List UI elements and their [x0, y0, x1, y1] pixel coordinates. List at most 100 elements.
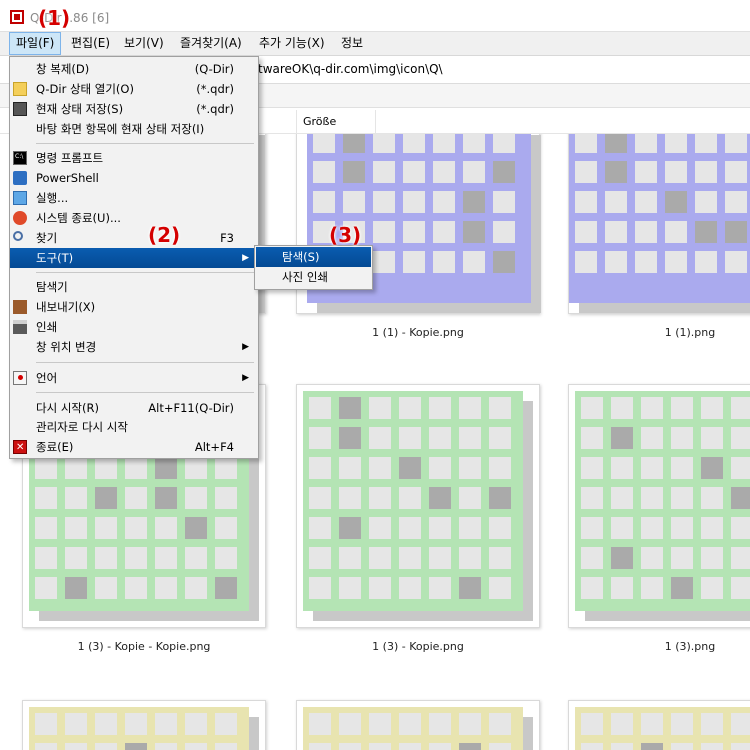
printer-icon — [13, 320, 27, 334]
menu-item-tools[interactable]: 도구(T) ▶ — [10, 248, 258, 268]
menu-item-open-state[interactable]: Q-Dir 상태 열기(O) (*.qdr) — [10, 79, 258, 99]
image-pixel-cell — [611, 457, 633, 479]
image-pixel-cell — [489, 713, 511, 735]
image-pixel-cell — [35, 713, 57, 735]
menu-item-save-desktop-state[interactable]: 바탕 화면 항목에 현재 상태 저장(I) — [10, 119, 258, 139]
thumbnail-card[interactable] — [568, 384, 750, 628]
menu-item-label: 시스템 종료(U)... — [36, 211, 121, 225]
menu-item-exit[interactable]: 종료(E) Alt+F4 — [10, 437, 258, 458]
language-flag-icon — [13, 371, 27, 385]
menu-item-powershell[interactable]: PowerShell — [10, 168, 258, 188]
image-pixel-cell — [399, 487, 421, 509]
image-pixel-cell — [641, 547, 663, 569]
image-pixel-cell — [581, 743, 603, 750]
image-pixel-cell — [155, 547, 177, 569]
menu-item-save-state[interactable]: 현재 상태 저장(S) (*.qdr) — [10, 99, 258, 119]
image-pixel-cell — [343, 134, 365, 153]
image-pixel-cell — [125, 547, 147, 569]
menu-item-find[interactable]: 찾기 F3 — [10, 228, 258, 248]
export-icon — [13, 300, 27, 314]
menu-item-label: 관리자로 다시 시작 — [36, 420, 128, 434]
menu-item-print[interactable]: 인쇄 — [10, 317, 258, 337]
image-pixel-cell — [95, 577, 117, 599]
menu-item-language[interactable]: 언어 ▶ — [10, 368, 258, 388]
image-pixel-cell — [665, 251, 687, 273]
image-pixel-cell — [731, 577, 750, 599]
image-pixel-cell — [725, 251, 747, 273]
image-background — [29, 707, 249, 750]
column-size-header[interactable]: Größe — [296, 110, 376, 134]
image-pixel-cell — [155, 457, 177, 479]
menu-item-restart-admin[interactable]: 관리자로 다시 시작 — [10, 417, 258, 437]
image-pixel-cell — [95, 547, 117, 569]
image-pixel-cell — [701, 713, 723, 735]
image-pixel-cell — [671, 577, 693, 599]
image-pixel-cell — [369, 427, 391, 449]
image-pixel-cell — [459, 577, 481, 599]
thumbnail-card[interactable] — [296, 384, 540, 628]
image-pixel-cell — [671, 713, 693, 735]
image-pixel-cell — [489, 743, 511, 750]
menu-item-label: 내보내기(X) — [36, 300, 96, 314]
image-pixel-cell — [493, 134, 515, 153]
menu-favorites[interactable]: 즐겨찾기(A) — [174, 32, 248, 55]
image-pixel-cell — [215, 713, 237, 735]
image-pixel-cell — [575, 191, 597, 213]
menu-bar: 파일(F) 편집(E) 보기(V) 즐겨찾기(A) 추가 기능(X) 정보 — [0, 32, 750, 56]
menu-item-restart[interactable]: 다시 시작(R) Alt+F11(Q-Dir) — [10, 398, 258, 418]
image-pixel-cell — [641, 487, 663, 509]
menu-edit[interactable]: 편집(E) — [65, 32, 116, 55]
submenu-item-explore[interactable]: 탐색(S) — [256, 247, 371, 267]
menu-file[interactable]: 파일(F) — [9, 32, 62, 55]
image-pixel-cell — [215, 743, 237, 750]
image-pixel-cell — [635, 251, 657, 273]
menu-info[interactable]: 정보 — [335, 32, 369, 55]
image-pixel-cell — [665, 221, 687, 243]
image-pixel-cell — [125, 517, 147, 539]
image-pixel-cell — [701, 743, 723, 750]
menu-item-shutdown[interactable]: 시스템 종료(U)... — [10, 208, 258, 228]
image-pixel-cell — [731, 427, 750, 449]
step-label-2: (2) — [148, 223, 181, 247]
menu-item-duplicate-window[interactable]: 창 복제(D) (Q-Dir) — [10, 59, 258, 79]
submenu-item-photo-print[interactable]: 사진 인쇄 — [256, 267, 371, 287]
image-pixel-cell — [313, 191, 335, 213]
menu-item-run[interactable]: 실행... — [10, 188, 258, 208]
image-pixel-cell — [185, 457, 207, 479]
menu-extras[interactable]: 추가 기능(X) — [253, 32, 331, 55]
menu-item-explorer[interactable]: 탐색기 — [10, 277, 258, 297]
image-pixel-cell — [725, 191, 747, 213]
thumbnail-card[interactable] — [568, 700, 750, 750]
image-pixel-cell — [125, 743, 147, 750]
image-pixel-cell — [215, 577, 237, 599]
thumbnail-card[interactable] — [568, 134, 750, 314]
menu-item-command-prompt[interactable]: 명령 프롬프트 — [10, 148, 258, 168]
image-pixel-cell — [695, 251, 717, 273]
image-pixel-cell — [215, 487, 237, 509]
thumbnail-card[interactable] — [22, 700, 266, 750]
image-pixel-cell — [459, 427, 481, 449]
image-pixel-cell — [339, 397, 361, 419]
menu-item-label: 바탕 화면 항목에 현재 상태 저장(I) — [36, 122, 205, 136]
image-pixel-cell — [343, 161, 365, 183]
image-pixel-cell — [309, 547, 331, 569]
image-pixel-cell — [731, 517, 750, 539]
image-pixel-cell — [459, 713, 481, 735]
image-preview — [575, 391, 750, 621]
thumbnail-card[interactable] — [296, 700, 540, 750]
menu-item-export[interactable]: 내보내기(X) — [10, 297, 258, 317]
image-preview — [575, 707, 750, 750]
image-pixel-cell — [575, 134, 597, 153]
image-pixel-cell — [369, 547, 391, 569]
image-pixel-cell — [641, 577, 663, 599]
image-pixel-cell — [373, 161, 395, 183]
submenu-arrow-icon: ▶ — [242, 373, 249, 383]
image-pixel-cell — [433, 221, 455, 243]
menu-item-window-position[interactable]: 창 위치 변경 ▶ — [10, 337, 258, 357]
image-pixel-cell — [65, 743, 87, 750]
image-pixel-cell — [35, 577, 57, 599]
image-pixel-cell — [641, 713, 663, 735]
search-icon — [13, 231, 23, 241]
menu-item-label: 실행... — [36, 191, 69, 205]
menu-view[interactable]: 보기(V) — [118, 32, 170, 55]
